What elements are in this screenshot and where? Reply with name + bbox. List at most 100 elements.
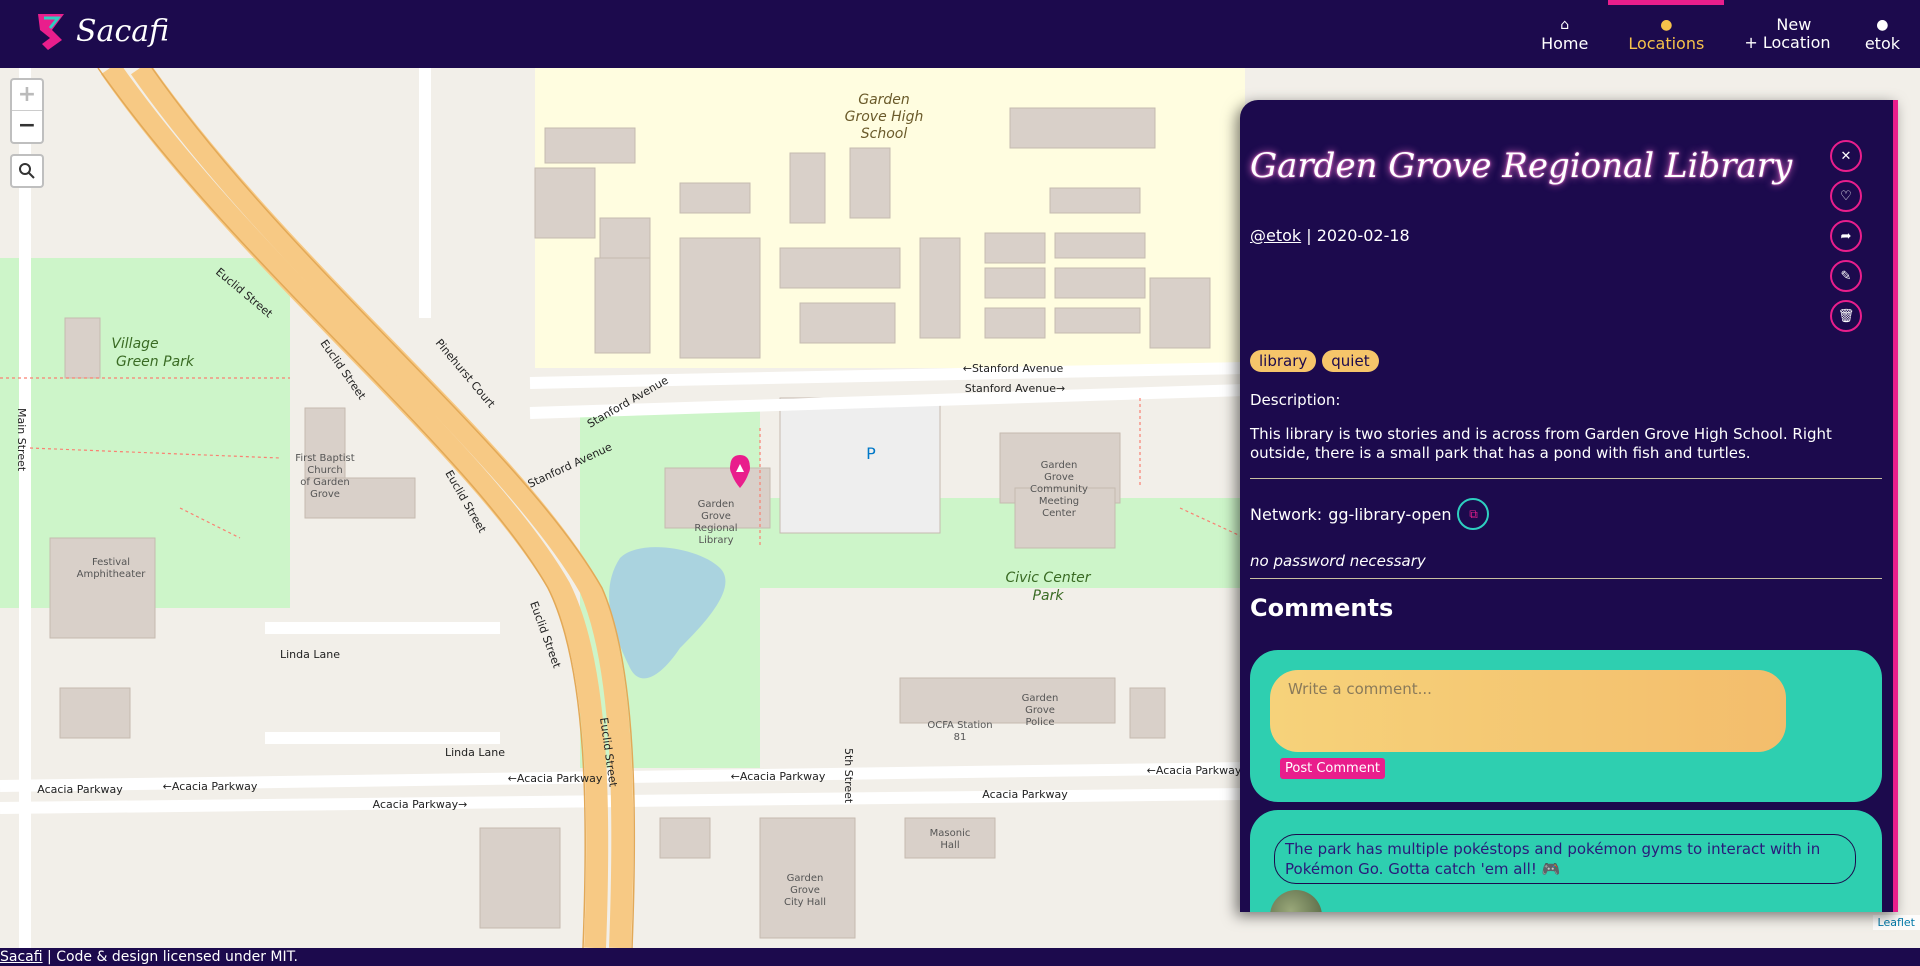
svg-text:Masonic: Masonic bbox=[930, 828, 971, 839]
svg-text:P: P bbox=[866, 444, 876, 463]
zoom-out-button[interactable]: − bbox=[12, 111, 42, 142]
svg-text:Stanford Avenue→: Stanford Avenue→ bbox=[965, 382, 1066, 395]
delete-button[interactable]: 🗑 bbox=[1830, 300, 1862, 332]
tag-list: library quiet bbox=[1250, 350, 1379, 372]
svg-text:Acacia Parkway→: Acacia Parkway→ bbox=[373, 798, 468, 811]
avatar[interactable] bbox=[1270, 890, 1322, 912]
favorite-button[interactable]: ♡ bbox=[1830, 180, 1862, 212]
svg-text:←Acacia Parkway: ←Acacia Parkway bbox=[163, 780, 258, 793]
nav-item-new-location[interactable]: + New Location bbox=[1724, 0, 1845, 68]
footer-brand-link[interactable]: Sacafi bbox=[0, 949, 43, 965]
svg-text:OCFA Station: OCFA Station bbox=[927, 720, 992, 731]
share-icon: ➦ bbox=[1840, 228, 1852, 244]
copy-network-button[interactable]: ⧉ bbox=[1457, 498, 1490, 530]
nav-item-home[interactable]: ⌂ Home bbox=[1521, 0, 1608, 68]
top-nav: Sacafi ⌂ Home ● Locations + New Location… bbox=[0, 0, 1920, 68]
comments-heading: Comments bbox=[1250, 594, 1394, 622]
svg-text:City Hall: City Hall bbox=[784, 897, 826, 908]
svg-text:Grove: Grove bbox=[790, 885, 820, 896]
svg-text:Grove High: Grove High bbox=[845, 109, 924, 125]
svg-text:Community: Community bbox=[1030, 484, 1088, 495]
svg-text:Church: Church bbox=[307, 465, 342, 476]
svg-text:Linda Lane: Linda Lane bbox=[280, 648, 340, 661]
svg-text:Center: Center bbox=[1042, 508, 1077, 519]
svg-text:First Baptist: First Baptist bbox=[295, 453, 354, 464]
svg-text:Festival: Festival bbox=[92, 557, 130, 568]
trash-icon: 🗑 bbox=[1837, 308, 1855, 324]
location-panel: Garden Grove Regional Library @etok | 20… bbox=[1240, 100, 1898, 912]
divider bbox=[1250, 478, 1882, 479]
svg-text:←Acacia Parkway: ←Acacia Parkway bbox=[1147, 764, 1242, 777]
close-button[interactable]: ✕ bbox=[1830, 140, 1862, 172]
location-actions: ✕ ♡ ➦ ✎ 🗑 bbox=[1830, 140, 1862, 332]
svg-text:Green Park: Green Park bbox=[116, 354, 195, 370]
comment-text: The park has multiple pokéstops and poké… bbox=[1274, 834, 1856, 884]
description-label: Description: bbox=[1250, 391, 1341, 409]
svg-text:Civic Center: Civic Center bbox=[1005, 570, 1091, 586]
nav-item-label: etok bbox=[1864, 34, 1900, 53]
search-icon bbox=[19, 163, 35, 179]
location-date: 2020-02-18 bbox=[1316, 226, 1410, 245]
divider bbox=[1250, 578, 1882, 579]
svg-text:Garden: Garden bbox=[787, 873, 824, 884]
map-pin-icon: ● bbox=[1660, 17, 1673, 33]
zoom-in-button[interactable]: + bbox=[12, 80, 42, 111]
svg-text:Garden: Garden bbox=[698, 499, 735, 510]
svg-text:←Stanford Avenue: ←Stanford Avenue bbox=[963, 362, 1064, 375]
svg-text:←Acacia Parkway: ←Acacia Parkway bbox=[731, 770, 826, 783]
svg-text:Linda Lane: Linda Lane bbox=[445, 746, 505, 759]
nav-menu: ⌂ Home ● Locations + New Location ● etok bbox=[1521, 0, 1920, 68]
user-icon: ● bbox=[1876, 17, 1889, 33]
password-note: no password necessary bbox=[1250, 552, 1426, 570]
svg-text:Grove: Grove bbox=[1025, 705, 1055, 716]
network-name: gg-library-open bbox=[1328, 504, 1452, 524]
map-label-village-green: Village bbox=[111, 336, 158, 352]
svg-text:Amphitheater: Amphitheater bbox=[77, 569, 147, 580]
svg-text:Library: Library bbox=[699, 535, 734, 546]
svg-text:Garden: Garden bbox=[858, 92, 910, 108]
svg-text:Acacia Parkway: Acacia Parkway bbox=[37, 783, 123, 796]
author-link[interactable]: @etok bbox=[1250, 226, 1301, 245]
tag[interactable]: quiet bbox=[1322, 350, 1379, 372]
map-search-button[interactable] bbox=[10, 154, 44, 188]
share-button[interactable]: ➦ bbox=[1830, 220, 1862, 252]
network-label: Network: bbox=[1250, 504, 1323, 524]
comment-form: Post Comment bbox=[1250, 650, 1882, 802]
svg-text:Regional: Regional bbox=[694, 523, 737, 534]
home-icon: ⌂ bbox=[1560, 17, 1570, 33]
comment-input[interactable] bbox=[1270, 670, 1786, 752]
brand[interactable]: Sacafi bbox=[34, 10, 169, 52]
network-row: Network: gg-library-open ⧉ bbox=[1250, 498, 1490, 530]
svg-text:Meeting: Meeting bbox=[1039, 496, 1079, 507]
nav-item-label: New Location bbox=[1762, 15, 1831, 52]
svg-text:Garden: Garden bbox=[1041, 460, 1078, 471]
post-comment-button[interactable]: Post Comment bbox=[1280, 758, 1386, 779]
copy-icon: ⧉ bbox=[1469, 506, 1478, 521]
svg-text:of Garden: of Garden bbox=[300, 477, 349, 488]
svg-text:Grove: Grove bbox=[310, 489, 340, 500]
nav-item-label: Locations bbox=[1628, 34, 1705, 53]
svg-text:Hall: Hall bbox=[940, 840, 959, 851]
footer: Sacafi | Code & design licensed under MI… bbox=[0, 948, 1920, 966]
svg-text:Police: Police bbox=[1026, 717, 1055, 728]
zoom-control: + − bbox=[10, 78, 44, 144]
tag[interactable]: library bbox=[1250, 350, 1317, 372]
close-icon: ✕ bbox=[1840, 148, 1852, 164]
svg-text:5th Street: 5th Street bbox=[842, 748, 855, 804]
svg-text:Grove: Grove bbox=[1044, 472, 1074, 483]
map-attribution[interactable]: Leaflet bbox=[1872, 915, 1920, 930]
svg-text:Garden: Garden bbox=[1022, 693, 1059, 704]
comment-item: The park has multiple pokéstops and poké… bbox=[1250, 810, 1882, 912]
location-meta: @etok | 2020-02-18 bbox=[1250, 226, 1410, 245]
nav-item-locations[interactable]: ● Locations bbox=[1608, 0, 1725, 68]
sacafi-logo-icon bbox=[38, 14, 64, 50]
footer-separator: | bbox=[47, 949, 57, 965]
nav-item-label: Home bbox=[1541, 34, 1589, 53]
svg-text:School: School bbox=[861, 126, 908, 142]
meta-separator: | bbox=[1306, 226, 1317, 245]
edit-button[interactable]: ✎ bbox=[1830, 260, 1862, 292]
location-title: Garden Grove Regional Library bbox=[1250, 146, 1793, 186]
heart-icon: ♡ bbox=[1840, 188, 1852, 204]
svg-text:81: 81 bbox=[954, 732, 967, 743]
nav-item-user[interactable]: ● etok bbox=[1845, 0, 1920, 68]
